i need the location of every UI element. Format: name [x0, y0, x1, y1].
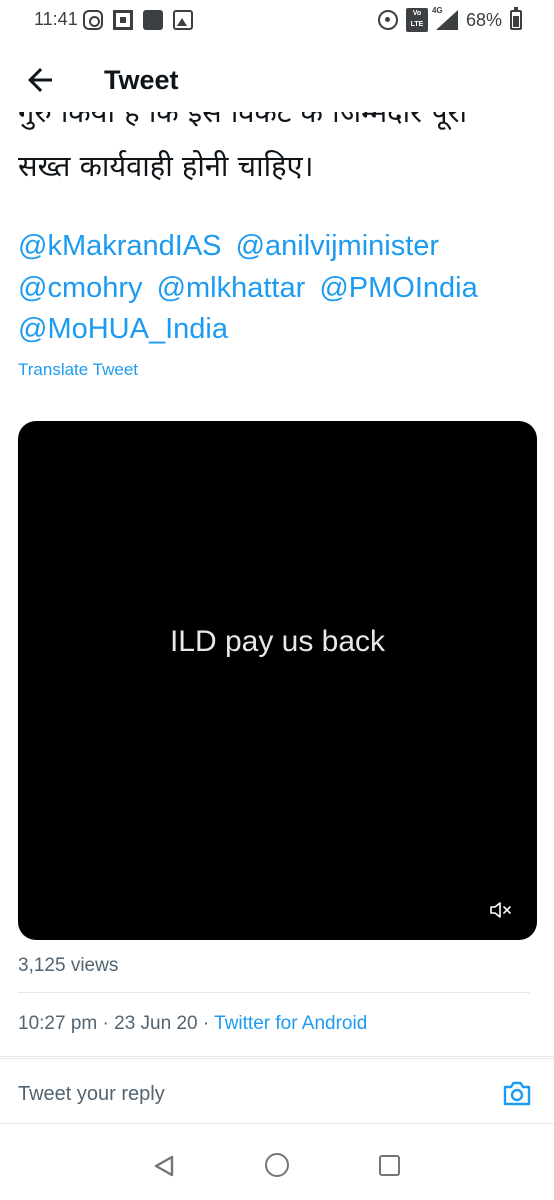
nav-home-icon[interactable] [265, 1153, 289, 1177]
status-system-icons: Vo LTE 4G 68% [377, 6, 522, 32]
status-bar: 11:41 Vo LTE 4G 68% [0, 0, 554, 42]
tweet-time: 10:27 pm [18, 1013, 98, 1034]
meta-separator: · [202, 1013, 210, 1034]
tweet-text-line: सख्त कार्यवाही होनी चाहिए। [18, 149, 314, 183]
tweet-detail: गुरु किया है कि इस विकट के जिम्मेदार पूर… [0, 112, 554, 1142]
status-notification-icons [83, 10, 193, 30]
status-time: 11:41 [34, 9, 78, 29]
qr-icon [113, 10, 133, 30]
mention-link[interactable]: @MoHUA_India [18, 313, 228, 345]
arrow-left-icon [28, 68, 52, 92]
battery-icon [510, 7, 522, 30]
video-caption: ILD pay us back [169, 625, 386, 658]
meta-separator: · [102, 1013, 109, 1034]
divider [18, 992, 530, 993]
mention-link[interactable]: @mlkhattar [157, 272, 306, 304]
signal-icon: 4G [432, 6, 458, 30]
app-header: Tweet [0, 50, 554, 112]
mention-link[interactable]: @anilvijminister [236, 230, 439, 262]
tweet-metadata: 10:27 pm · 23 Jun 20 · Twitter for Andro… [18, 1013, 367, 1035]
tweet-source-link[interactable]: Twitter for Android [214, 1013, 367, 1034]
instagram-icon [83, 10, 103, 30]
reply-input[interactable]: Tweet your reply [18, 1083, 165, 1106]
nav-recents-icon[interactable] [379, 1155, 400, 1176]
battery-percent: 68% [465, 9, 502, 30]
news-icon [143, 10, 163, 30]
divider [0, 1056, 554, 1057]
network-type: 4G [431, 6, 443, 15]
volume-mute-icon[interactable] [489, 900, 513, 920]
mention-link[interactable]: @kMakrandIAS [18, 230, 222, 262]
nav-back-icon[interactable] [152, 1154, 176, 1178]
tweet-date: 23 Jun 20 [114, 1013, 198, 1034]
page-title: Tweet [104, 65, 179, 95]
mention-link[interactable]: @cmohry [18, 272, 143, 304]
hotspot-icon [377, 10, 398, 30]
gallery-icon [173, 10, 193, 30]
translate-tweet-link[interactable]: Translate Tweet [18, 360, 138, 380]
reply-bar: Tweet your reply [0, 1058, 554, 1124]
back-button[interactable] [22, 62, 58, 98]
system-nav-bar [0, 1124, 554, 1200]
tweet-video[interactable]: ILD pay us back [18, 421, 537, 940]
volte-icon: Vo LTE [405, 8, 428, 32]
tweet-mentions: @kMakrandIAS @anilvijminister @cmohry @m… [18, 226, 548, 351]
camera-icon[interactable] [502, 1079, 532, 1107]
view-count: 3,125 views [18, 955, 119, 976]
mention-link[interactable]: @PMOIndia [319, 272, 477, 304]
tweet-text-line-clipped: गुरु किया है कि इस विकट के जिम्मेदार पूर… [18, 112, 468, 129]
